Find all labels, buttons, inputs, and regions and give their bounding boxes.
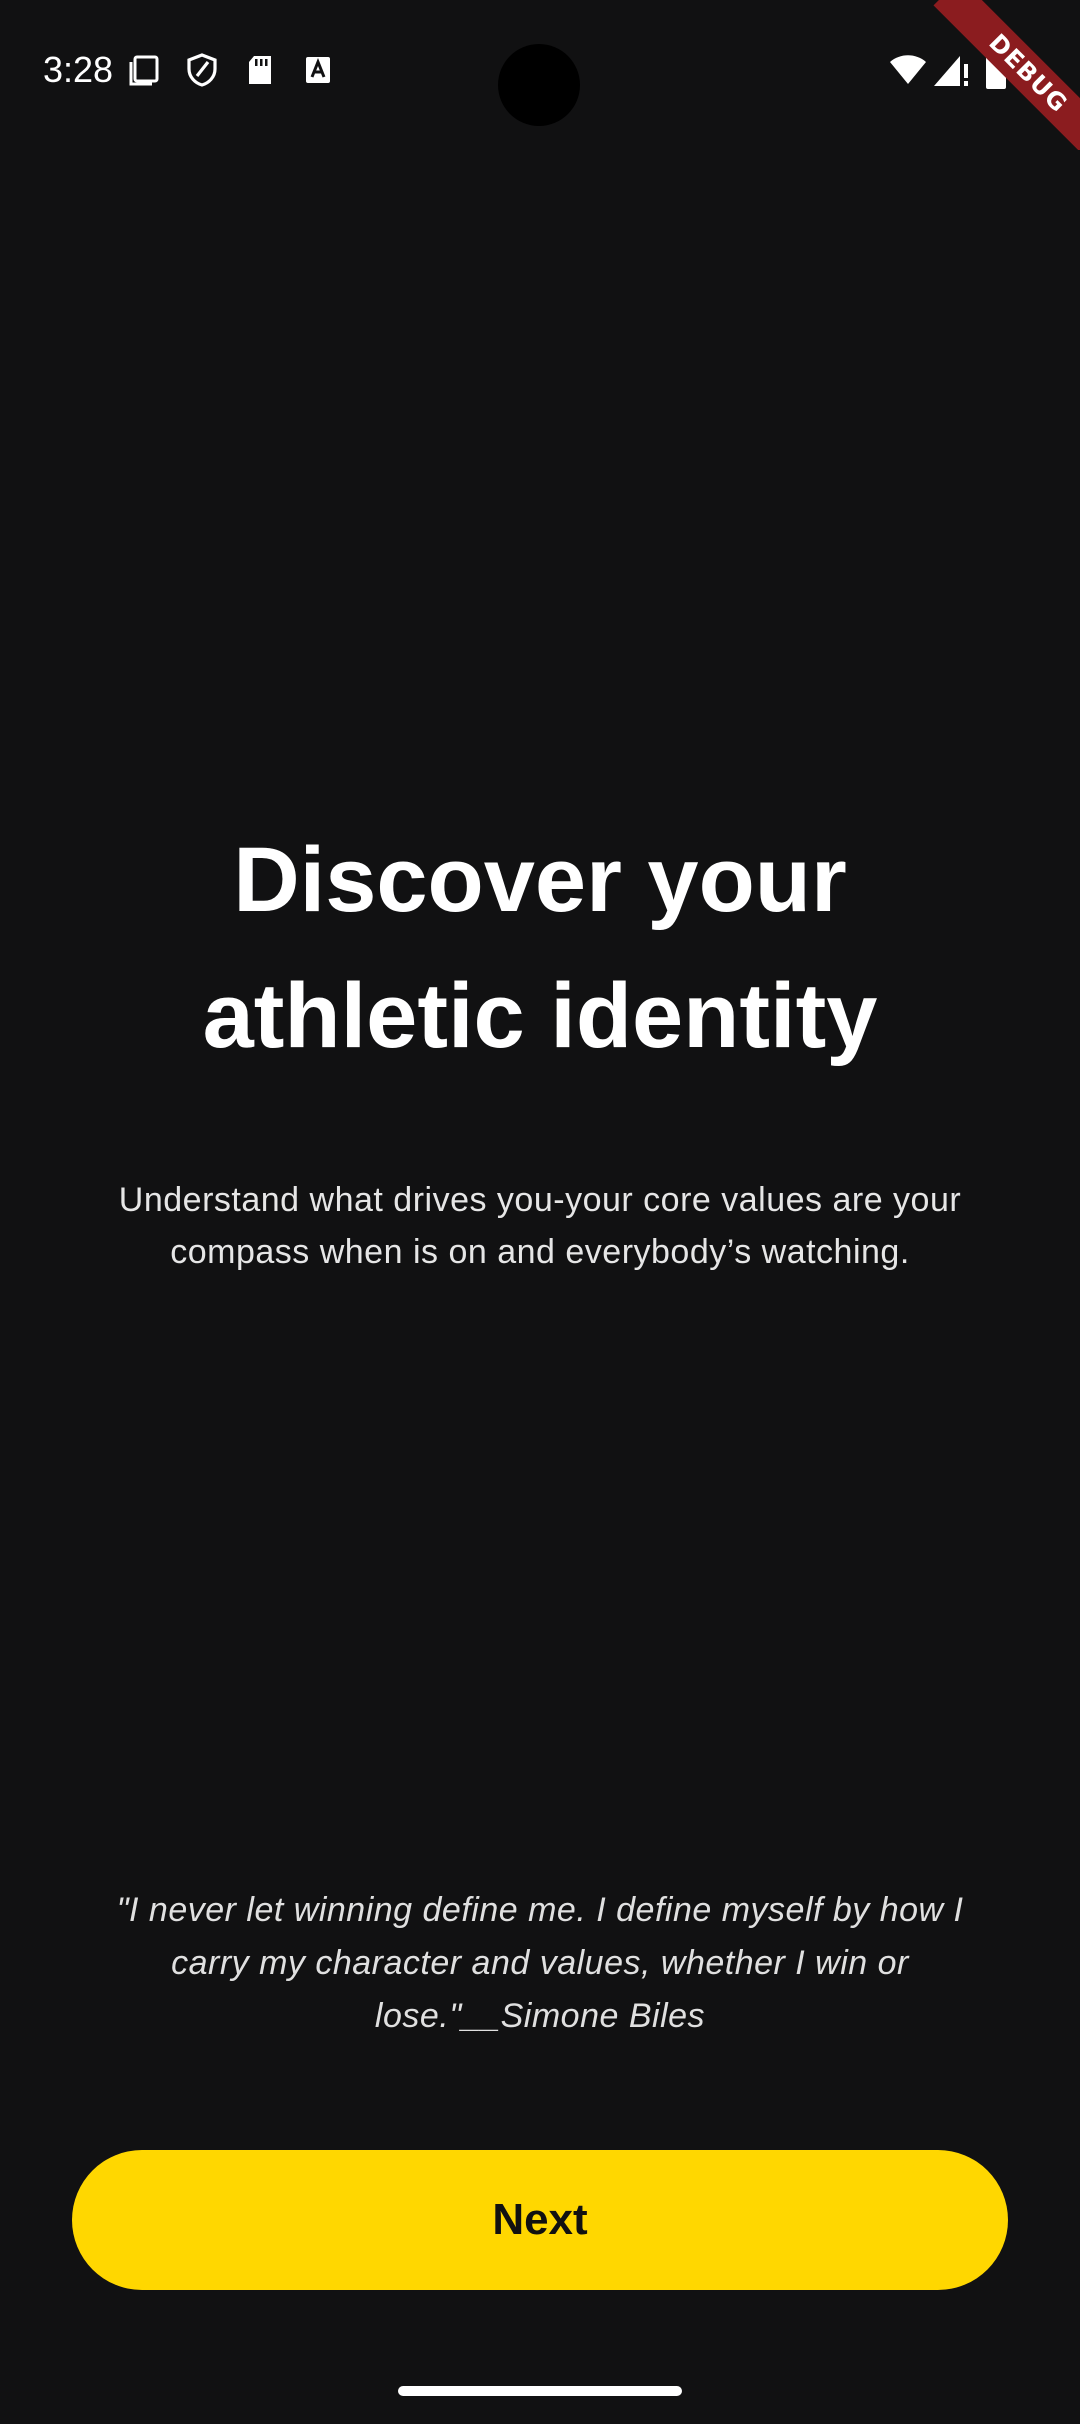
headline-line-1: Discover your [233,829,847,931]
sd-card-icon [249,56,271,84]
next-button[interactable]: Next [72,2150,1008,2290]
status-time: 3:28 [43,49,114,90]
status-bar: 3:28 [0,0,1080,140]
camera-cutout [498,44,580,126]
headline-line-2: athletic identity [202,965,878,1067]
notification-screenshot-icon [129,55,159,86]
a-letter-icon [306,57,330,83]
athlete-quote: "I never let winning define me. I define… [80,1884,1000,2043]
subtitle-line-2: compass when is on and everybody’s watch… [170,1233,910,1271]
page-title: Discover your athletic identity [60,812,1020,1084]
subtitle: Understand what drives you-your core val… [80,1174,1000,1278]
debug-banner: DEBUG [930,0,1080,150]
wifi-icon [890,55,926,84]
shield-icon [187,53,217,87]
quote-line-1: "I never let winning define me. I define… [116,1891,964,1929]
quote-line-3: lose."__Simone Biles [374,1997,706,2035]
quote-line-2: carry my character and values, whether I… [171,1944,909,1982]
subtitle-line-1: Understand what drives you-your core val… [118,1181,962,1219]
debug-ribbon-label: DEBUG [933,0,1080,150]
home-indicator[interactable] [398,2386,682,2396]
